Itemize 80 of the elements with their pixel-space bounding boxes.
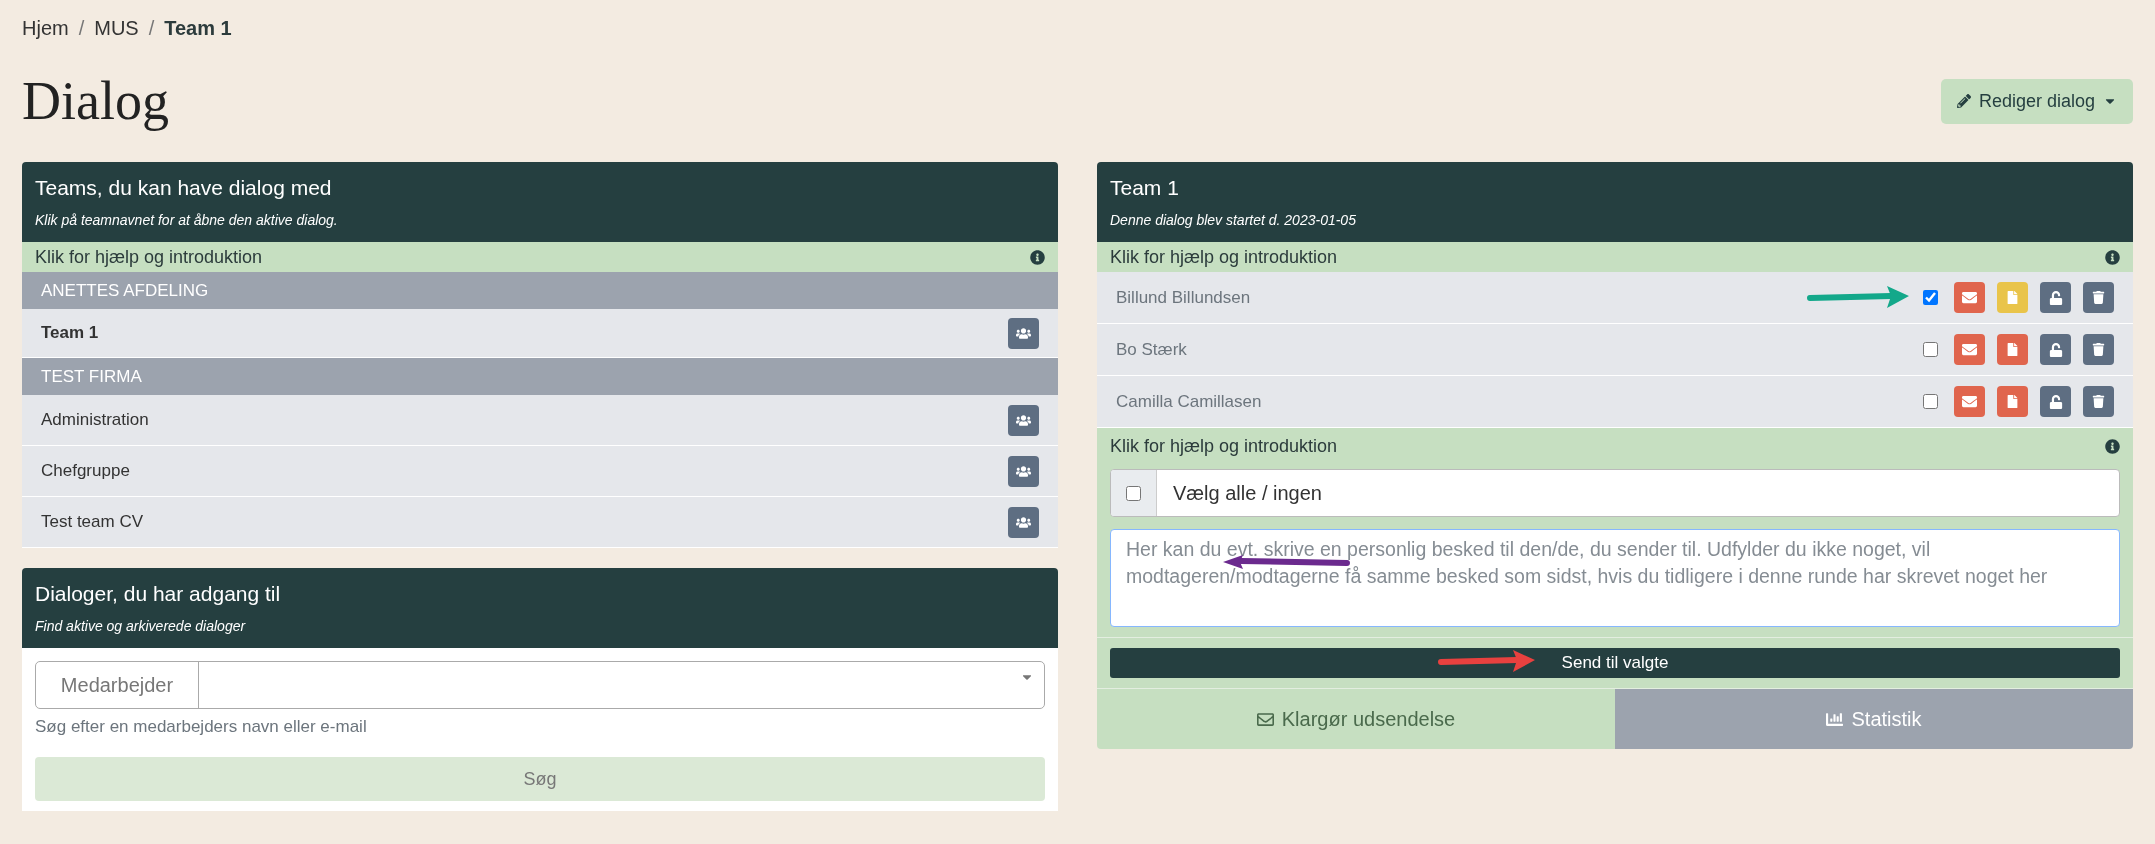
delete-button[interactable] xyxy=(2083,334,2114,365)
team-members-button[interactable] xyxy=(1008,455,1039,487)
help-text: Klik for hjælp og introduktion xyxy=(35,246,263,268)
breadcrumb-link[interactable]: MUS xyxy=(94,17,139,40)
participant-checkbox[interactable] xyxy=(1923,394,1938,409)
breadcrumb-separator: / xyxy=(148,17,155,40)
team-row[interactable]: Test team CV xyxy=(22,497,1058,548)
envelope-icon xyxy=(1962,290,1977,305)
participant-checkbox[interactable] xyxy=(1923,342,1938,357)
participant-checkbox[interactable] xyxy=(1923,290,1938,305)
breadcrumb-separator: / xyxy=(78,17,85,40)
help-bar[interactable]: Klik for hjælp og introduktion xyxy=(1110,436,2120,457)
users-icon xyxy=(1016,412,1031,428)
participant-name: Billund Billundsen xyxy=(1116,287,1251,308)
team-row[interactable]: Team 1 xyxy=(22,309,1058,358)
document-button[interactable] xyxy=(1997,386,2028,417)
users-icon xyxy=(1016,325,1031,341)
team-row[interactable]: Chefgruppe xyxy=(22,446,1058,497)
document-icon xyxy=(2006,343,2019,356)
email-button[interactable] xyxy=(1954,282,1985,313)
help-bar[interactable]: Klik for hjælp og introduktion xyxy=(22,242,1058,272)
info-icon xyxy=(2105,439,2120,454)
group-header: TEST FIRMA xyxy=(22,358,1058,395)
team-members-button[interactable] xyxy=(1008,317,1039,349)
team-name[interactable]: Team 1 xyxy=(41,323,99,343)
unlock-button[interactable] xyxy=(2040,334,2071,365)
trash-icon xyxy=(2092,343,2105,356)
employee-select[interactable]: Medarbejder xyxy=(35,661,1045,709)
team-members-button[interactable] xyxy=(1008,506,1039,538)
info-icon xyxy=(2105,249,2120,265)
envelope-icon xyxy=(1256,710,1274,728)
team-row[interactable]: Administration xyxy=(22,395,1058,446)
document-button[interactable] xyxy=(1997,334,2028,365)
select-all-label: Vælg alle / ingen xyxy=(1172,480,1323,506)
trash-icon xyxy=(2092,395,2105,408)
document-icon xyxy=(2006,395,2019,408)
panel-subtitle: Denne dialog blev startet d. 2023-01-05 xyxy=(1110,212,1357,228)
email-button[interactable] xyxy=(1954,386,1985,417)
envelope-icon xyxy=(1962,342,1977,357)
select-all-field[interactable]: Vælg alle / ingen xyxy=(1110,469,2120,517)
unlocked-padlock-icon xyxy=(2048,342,2063,357)
unlock-button[interactable] xyxy=(2040,282,2071,313)
users-icon xyxy=(1016,514,1031,530)
field-hint: Søg efter en medarbejders navn eller e-mail xyxy=(35,717,368,737)
panel-subtitle: Find aktive og arkiverede dialoger xyxy=(35,618,247,634)
tab[interactable]: Klargør udsendelse xyxy=(1097,689,1615,749)
trash-icon xyxy=(2092,291,2105,304)
panel-title: Dialoger, du har adgang til xyxy=(35,582,282,606)
info-icon xyxy=(1030,249,1045,265)
panel-subtitle: Klik på teamnavnet for at åbne den aktive dialog. xyxy=(35,212,339,228)
send-button[interactable]: Send til valgte xyxy=(1110,648,2120,678)
team-name[interactable]: Administration xyxy=(41,410,149,430)
select-all-checkbox[interactable] xyxy=(1126,485,1141,501)
unlock-button[interactable] xyxy=(2040,386,2071,417)
team-name[interactable]: Chefgruppe xyxy=(41,461,130,481)
panel-title: Teams, du kan have dialog med xyxy=(35,176,333,200)
delete-button[interactable] xyxy=(2083,282,2114,313)
unlocked-padlock-icon xyxy=(2048,290,2063,305)
unlocked-padlock-icon xyxy=(2048,394,2063,409)
help-text: Klik for hjælp og introduktion xyxy=(1110,436,1338,457)
participant-name: Bo Stærk xyxy=(1116,339,1187,360)
bar-chart-icon xyxy=(1826,710,1844,728)
help-text: Klik for hjælp og introduktion xyxy=(1110,246,1338,268)
edit-dialog-button[interactable]: Rediger dialog xyxy=(1940,78,2133,124)
help-bar[interactable]: Klik for hjælp og introduktion xyxy=(1097,242,2133,272)
panel-title: Team 1 xyxy=(1110,176,1180,200)
team-name[interactable]: Test team CV xyxy=(41,512,144,532)
email-button[interactable] xyxy=(1954,334,1985,365)
delete-button[interactable] xyxy=(2083,386,2114,417)
pencil-icon xyxy=(1956,94,1971,108)
envelope-icon xyxy=(1962,394,1977,409)
team-members-button[interactable] xyxy=(1008,404,1039,436)
message-field[interactable]: Her kan du evt. skrive en personlig besked til den/de, du sender til. Udfylder du ikke noget, vil modtageren/modtagerne få samme besked som sidst, hvis du tidligere i denne runde har skrevet noget her xyxy=(1110,529,2120,627)
page-title: Dialog xyxy=(22,70,169,132)
document-icon xyxy=(2006,291,2019,304)
group-header: ANETTES AFDELING xyxy=(22,272,1058,309)
search-button[interactable]: Søg xyxy=(35,757,1045,801)
breadcrumb-link[interactable]: Hjem xyxy=(22,17,69,40)
users-icon xyxy=(1016,463,1031,479)
participant-name: Camilla Camillasen xyxy=(1116,391,1262,412)
